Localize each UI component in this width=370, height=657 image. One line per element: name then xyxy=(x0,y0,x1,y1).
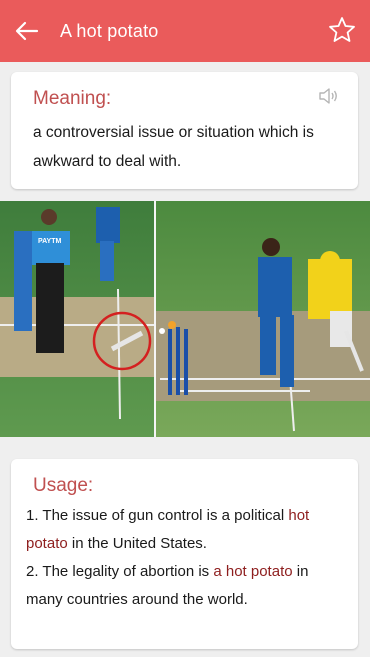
meaning-card: Meaning: a controversial issue or situat… xyxy=(11,72,358,189)
app-bar: A hot potato xyxy=(0,0,370,62)
usage-example-1-pre: 1. The issue of gun control is a politic… xyxy=(26,507,289,524)
usage-example-2-pre: 2. The legality of abortion is xyxy=(26,563,214,580)
umpire-shirt-text: PAYTM xyxy=(38,238,62,245)
pronounce-button[interactable] xyxy=(318,86,340,106)
arrow-left-icon xyxy=(15,21,39,41)
usage-example-1-post: in the United States. xyxy=(67,535,207,552)
meaning-text: a controversial issue or situation which… xyxy=(33,124,314,170)
usage-example-2-highlight: a hot potato xyxy=(213,563,293,580)
usage-example-2: 2. The legality of abortion is a hot pot… xyxy=(26,558,346,614)
illustration-image: PAYTM xyxy=(0,201,370,437)
usage-card: Usage: 1. The issue of gun control is a … xyxy=(11,459,358,649)
favorite-button[interactable] xyxy=(328,16,356,44)
star-outline-icon xyxy=(329,17,355,42)
usage-example-1: 1. The issue of gun control is a politic… xyxy=(26,502,346,558)
speaker-icon xyxy=(319,88,337,104)
usage-examples: 1. The issue of gun control is a politic… xyxy=(26,502,346,614)
meaning-heading: Meaning: xyxy=(33,88,112,109)
usage-heading: Usage: xyxy=(33,475,94,496)
back-button[interactable] xyxy=(14,18,40,44)
page-title: A hot potato xyxy=(60,20,159,41)
